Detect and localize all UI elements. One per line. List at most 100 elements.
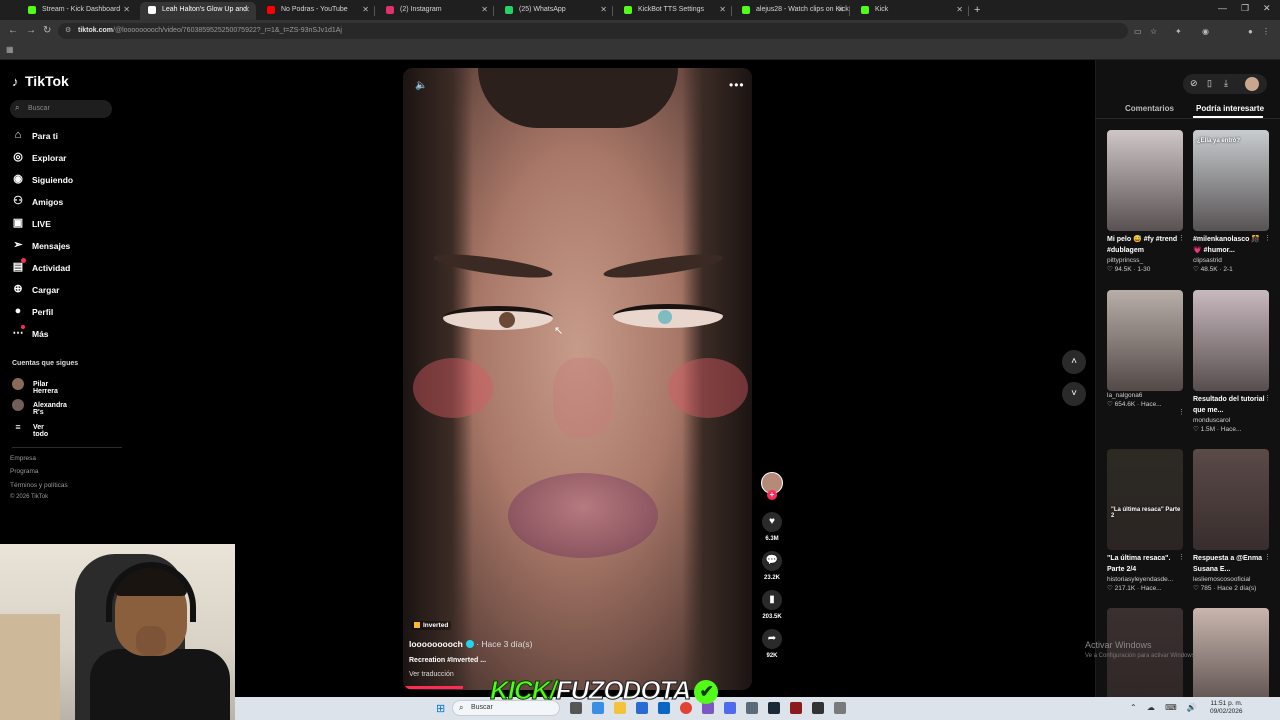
video-thumbnail[interactable] [1193, 449, 1269, 550]
next-video-button[interactable]: ˅ [1062, 382, 1086, 406]
like-button[interactable]: ♥ 6.3M [761, 512, 783, 542]
browser-tab[interactable]: Leah Halton's Glow Up and ✕ [140, 2, 256, 20]
browser-tab[interactable]: KickBot TTS Settings ✕ [616, 2, 732, 20]
translate-link[interactable]: Ver traducción [409, 671, 454, 678]
sidebar-item-amigos[interactable]: ⚇ Amigos [12, 195, 122, 211]
footer-link-programa[interactable]: Programa [10, 468, 39, 475]
video-thumbnail[interactable] [1193, 608, 1269, 709]
install-icon[interactable]: ▭ [1134, 27, 1142, 36]
browser-menu-icon[interactable]: ⋮ [1262, 27, 1270, 36]
video-caption[interactable]: Recreation #Inverted ... [409, 657, 486, 664]
video-progress-bar[interactable] [403, 686, 463, 689]
apps-grid-icon[interactable]: ▦ [6, 45, 14, 54]
search-icon: ⌕ [459, 703, 464, 712]
sidebar-item-explorar[interactable]: ◎ Explorar [12, 151, 122, 167]
extensions-icon[interactable]: ✦ [1175, 27, 1182, 36]
card-more-icon[interactable]: ⋮ [1178, 234, 1185, 242]
profile-sync-icon[interactable]: ◉ [1202, 27, 1209, 36]
steam-icon[interactable] [768, 702, 780, 714]
taskbar-clock[interactable]: 11:51 p. m. 09/02/2026 [1210, 700, 1243, 716]
sidebar-item-cargar[interactable]: ⊕ Cargar [12, 283, 122, 299]
close-tab-icon[interactable]: ✕ [481, 2, 488, 18]
close-window-icon[interactable]: ✕ [1263, 3, 1271, 14]
user-avatar[interactable] [1245, 77, 1259, 91]
card-more-icon[interactable]: ⋮ [1264, 394, 1271, 402]
new-tab-button[interactable]: + [974, 4, 980, 16]
close-tab-icon[interactable]: ✕ [362, 2, 369, 18]
follow-plus-icon[interactable]: + [767, 490, 777, 500]
video-thumbnail[interactable] [1193, 290, 1269, 391]
system-tray[interactable]: ⌃ ☁ ⌨ 🔊 [1130, 703, 1201, 712]
browser-tab[interactable]: Stream - Kick Dashboard ✕ [20, 2, 136, 20]
close-tab-icon[interactable]: ✕ [600, 2, 607, 18]
save-button[interactable]: ▮ 203.5K [761, 590, 783, 620]
card-more-icon[interactable]: ⋮ [1178, 553, 1185, 561]
sidebar-item-mensajes[interactable]: ➢ Mensajes [12, 239, 122, 255]
browser-avatar[interactable]: ● [1248, 27, 1253, 36]
recommended-video-card[interactable]: la_nalgona6 ♡ 654.6K · Hace... ⋮ [1107, 290, 1185, 416]
video-thumbnail[interactable] [1107, 290, 1183, 391]
download-icon[interactable]: ⤓ [1224, 78, 1228, 89]
windows-start-icon[interactable]: ⊞ [436, 702, 445, 715]
sidebar-item-siguiendo[interactable]: ◉ Siguiendo [12, 173, 122, 189]
recommended-video-card[interactable]: Respuesta a @Enma Susana E... lesliemosco… [1193, 449, 1271, 592]
maximize-icon[interactable]: ❐ [1241, 3, 1249, 14]
sidebar-item-para-ti[interactable]: ⌂ Para ti [12, 129, 122, 145]
video-thumbnail[interactable]: ¿Ella ya entró? [1193, 130, 1269, 231]
bookmark-star-icon[interactable]: ☆ [1150, 27, 1157, 36]
settings-icon[interactable] [834, 702, 846, 714]
site-info-icon[interactable]: ⚙ [65, 26, 71, 34]
video-thumbnail[interactable]: "La última resaca" Parte 2 [1107, 449, 1183, 550]
tab-you-may-like[interactable]: Podría interesarte [1196, 104, 1264, 113]
video-author[interactable]: looooooooch · Hace 3 día(s) [409, 639, 532, 649]
comment-icon: 💬 [762, 551, 782, 571]
footer-link-terms[interactable]: Términos y políticas [10, 482, 68, 489]
recommended-video-card[interactable]: Resultado del tutorial que me... mondusca… [1193, 290, 1271, 433]
video-player[interactable]: 🔈 ••• ↖ Inverted looooooooch · Hace 3 dí… [403, 68, 752, 690]
recommended-video-card[interactable]: Mi pelo 😅 #fy #trend #dublagem pittyprinc… [1107, 130, 1185, 273]
tab-comments[interactable]: Comentarios [1125, 104, 1174, 113]
previous-video-button[interactable]: ˄ [1062, 350, 1086, 374]
verified-icon [465, 640, 474, 648]
sidebar-item-perfil[interactable]: ● Perfil [12, 305, 122, 321]
app-icon[interactable] [790, 702, 802, 714]
recommended-video-card[interactable] [1193, 608, 1269, 709]
reload-icon[interactable]: ↻ [43, 25, 51, 36]
search-input[interactable]: ⌕ Buscar [10, 100, 112, 118]
sidebar-item-m-s[interactable]: ⋯ Más [12, 325, 122, 343]
browser-tab[interactable]: (25) WhatsApp ✕ [497, 2, 613, 20]
close-tab-icon[interactable]: ✕ [243, 2, 250, 18]
back-icon[interactable]: ← [8, 25, 18, 36]
minimize-icon[interactable]: — [1218, 3, 1227, 13]
recommended-video-card[interactable]: ¿Ella ya entró? #milenkanolasco 🎊 💗 #humo… [1193, 130, 1271, 273]
comment-button[interactable]: 💬 23.2K [761, 551, 783, 581]
effect-badge[interactable]: Inverted [411, 621, 452, 630]
close-tab-icon[interactable]: ✕ [123, 2, 130, 18]
sidebar-item-actividad[interactable]: ▤ Actividad [12, 258, 122, 277]
share-button[interactable]: ➦ 92K [761, 629, 783, 659]
forward-icon[interactable]: → [26, 25, 36, 36]
card-more-icon[interactable]: ⋮ [1264, 553, 1271, 561]
stream-channel-overlay: KICK/FUZODOTA ✔ [490, 675, 719, 706]
video-more-icon[interactable]: ••• [729, 78, 745, 92]
browser-tab[interactable]: No Podras - YouTube ✕ [259, 2, 375, 20]
close-tab-icon[interactable]: ✕ [719, 2, 726, 18]
device-icon[interactable]: ▯ [1207, 78, 1212, 89]
compass-icon[interactable]: ⊘ [1190, 78, 1198, 89]
browser-tab[interactable]: (2) Instagram ✕ [378, 2, 494, 20]
footer-link-empresa[interactable]: Empresa [10, 455, 36, 462]
browser-tab[interactable]: Kick ✕ [853, 2, 969, 20]
app-icon[interactable] [746, 702, 758, 714]
close-tab-icon[interactable]: ✕ [956, 2, 963, 18]
card-more-icon[interactable]: ⋮ [1264, 234, 1271, 242]
recommended-video-card[interactable]: "La última resaca" Parte 2 "La última res… [1107, 449, 1185, 592]
obs-icon[interactable] [812, 702, 824, 714]
app-icon[interactable] [724, 702, 736, 714]
browser-tab[interactable]: alejus28 - Watch clips on Kick ✕ [734, 2, 850, 20]
card-more-icon[interactable]: ⋮ [1178, 408, 1185, 416]
sidebar-item-live[interactable]: ▣ LIVE [12, 217, 122, 233]
tiktok-logo[interactable]: ♪ TikTok [12, 73, 69, 89]
volume-icon[interactable]: 🔈 [415, 80, 427, 91]
video-thumbnail[interactable] [1107, 130, 1183, 231]
close-tab-icon[interactable]: ✕ [837, 2, 844, 18]
